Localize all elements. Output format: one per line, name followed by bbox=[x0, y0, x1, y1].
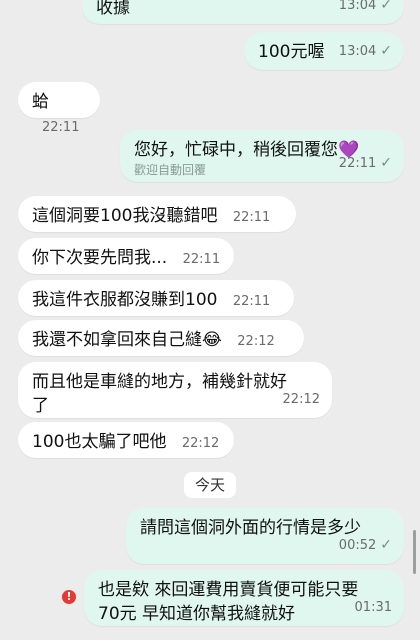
message-time: 22:11 bbox=[182, 252, 221, 267]
incoming-message[interactable]: 你下次要先問我... 22:11 bbox=[18, 238, 234, 274]
check-icon: ✓ bbox=[380, 155, 392, 171]
incoming-message[interactable]: 我還不如拿回來自己縫😂 22:12 bbox=[18, 320, 304, 356]
check-icon: ✓ bbox=[380, 537, 392, 553]
message-time: 22:11 bbox=[42, 120, 80, 135]
message-time: 00:52 bbox=[338, 538, 377, 553]
message-time: 01:31 bbox=[354, 600, 392, 615]
incoming-message[interactable]: 100也太騙了吧他 22:12 bbox=[18, 422, 234, 458]
outgoing-message[interactable]: 請問這個洞外面的行情是多少 00:52 ✓ bbox=[126, 508, 404, 564]
date-separator: 今天 bbox=[184, 472, 236, 498]
message-time: 13:04 bbox=[338, 0, 377, 13]
message-meta: 13:04 ✓ bbox=[339, 39, 392, 64]
message-text: 100元喔 bbox=[258, 42, 325, 62]
message-text: 蛤 bbox=[32, 92, 49, 112]
message-meta: 22:11 ✓ bbox=[339, 151, 392, 176]
incoming-message[interactable]: 而且他是車縫的地方，補幾針就好 了 22:12 bbox=[18, 362, 332, 418]
scrollbar[interactable] bbox=[413, 530, 416, 574]
incoming-message[interactable]: 這個洞要100我沒聽錯吧 22:11 bbox=[18, 196, 296, 232]
message-meta: 13:04 ✓ bbox=[339, 0, 392, 18]
outgoing-message[interactable]: 收據 13:04 ✓ bbox=[82, 0, 404, 24]
message-text: 我這件衣服都沒賺到100 bbox=[32, 290, 218, 310]
message-time: 22:12 bbox=[282, 392, 320, 407]
message-text: 收據 bbox=[96, 0, 130, 18]
error-icon[interactable]: ! bbox=[62, 590, 76, 604]
message-text: 而且他是車縫的地方，補幾針就好 了 bbox=[32, 372, 287, 416]
check-icon: ✓ bbox=[380, 43, 392, 59]
message-time: 22:11 bbox=[232, 210, 271, 225]
outgoing-message-failed[interactable]: 也是欸 來回運費用賣貨便可能只要 70元 早知道你幫我縫就好 01:31 bbox=[84, 570, 404, 626]
chat-thread: 收據 13:04 ✓ 100元喔 13:04 ✓ 蛤 22:11 您好，忙碌中，稍後… bbox=[0, 0, 420, 640]
outgoing-message[interactable]: 您好，忙碌中，稍後回覆您💜 歡迎自動回覆 22:11 ✓ bbox=[120, 130, 404, 182]
message-time: 13:04 bbox=[338, 44, 377, 59]
message-time: 22:12 bbox=[237, 334, 275, 349]
message-meta: 00:52 ✓ bbox=[339, 533, 392, 558]
message-time: 22:11 bbox=[338, 156, 377, 171]
incoming-message[interactable]: 我這件衣服都沒賺到100 22:11 bbox=[18, 280, 294, 316]
message-text: 100也太騙了吧他 bbox=[32, 432, 167, 452]
message-text: 你下次要先問我... bbox=[32, 248, 168, 268]
message-text: 也是欸 來回運費用賣貨便可能只要 70元 早知道你幫我縫就好 bbox=[98, 580, 359, 624]
outgoing-message[interactable]: 100元喔 13:04 ✓ bbox=[244, 32, 404, 70]
message-time: 22:11 bbox=[232, 294, 271, 309]
message-text: 我還不如拿回來自己縫😂 bbox=[32, 330, 222, 350]
message-time: 22:12 bbox=[181, 436, 220, 451]
incoming-message[interactable]: 蛤 22:11 bbox=[18, 82, 100, 135]
message-text: 這個洞要100我沒聽錯吧 bbox=[32, 206, 218, 226]
check-icon: ✓ bbox=[380, 0, 392, 13]
